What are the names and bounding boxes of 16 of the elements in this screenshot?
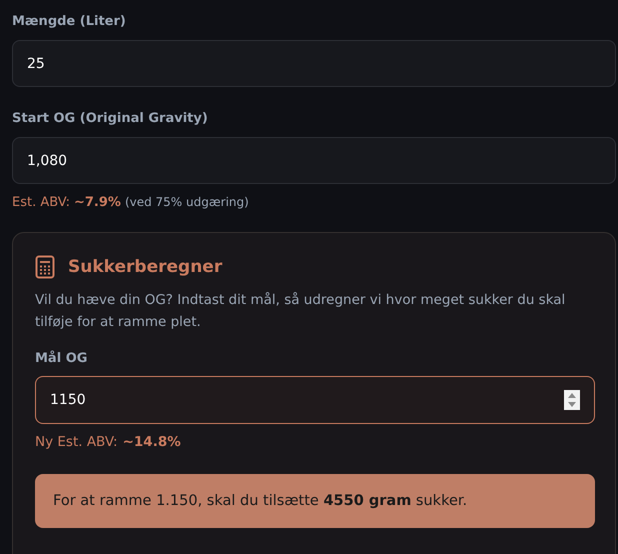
abv-value: ~14.8% <box>122 434 181 450</box>
calculator-icon <box>35 255 55 279</box>
spinner-icon[interactable] <box>564 390 580 410</box>
card-description: Vil du hæve din OG? Indtast dit mål, så udregner vi hvor meget sukker du skal tilføje for at ramme plet. <box>35 291 566 332</box>
abv-label: Ny Est. ABV: <box>35 434 118 450</box>
input-field[interactable]: 1,080 <box>12 137 616 184</box>
field-label: Start OG (Original Gravity) <box>12 111 209 127</box>
number-field[interactable]: 1150 <box>35 376 595 424</box>
card-title: Sukkerberegner <box>68 257 222 277</box>
field-label: Mål OG <box>35 351 88 366</box>
input-field[interactable]: 25 <box>12 40 616 87</box>
field-label: Mængde (Liter) <box>12 14 127 30</box>
abv-note: (ved 75% udgæring) <box>124 195 249 209</box>
abv-value: ~7.9% <box>74 195 121 210</box>
result-message: For at ramme 1.150, skal du tilsætte 4550 gram sukker. <box>35 474 595 528</box>
abv-label: Est. ABV: <box>12 195 70 210</box>
